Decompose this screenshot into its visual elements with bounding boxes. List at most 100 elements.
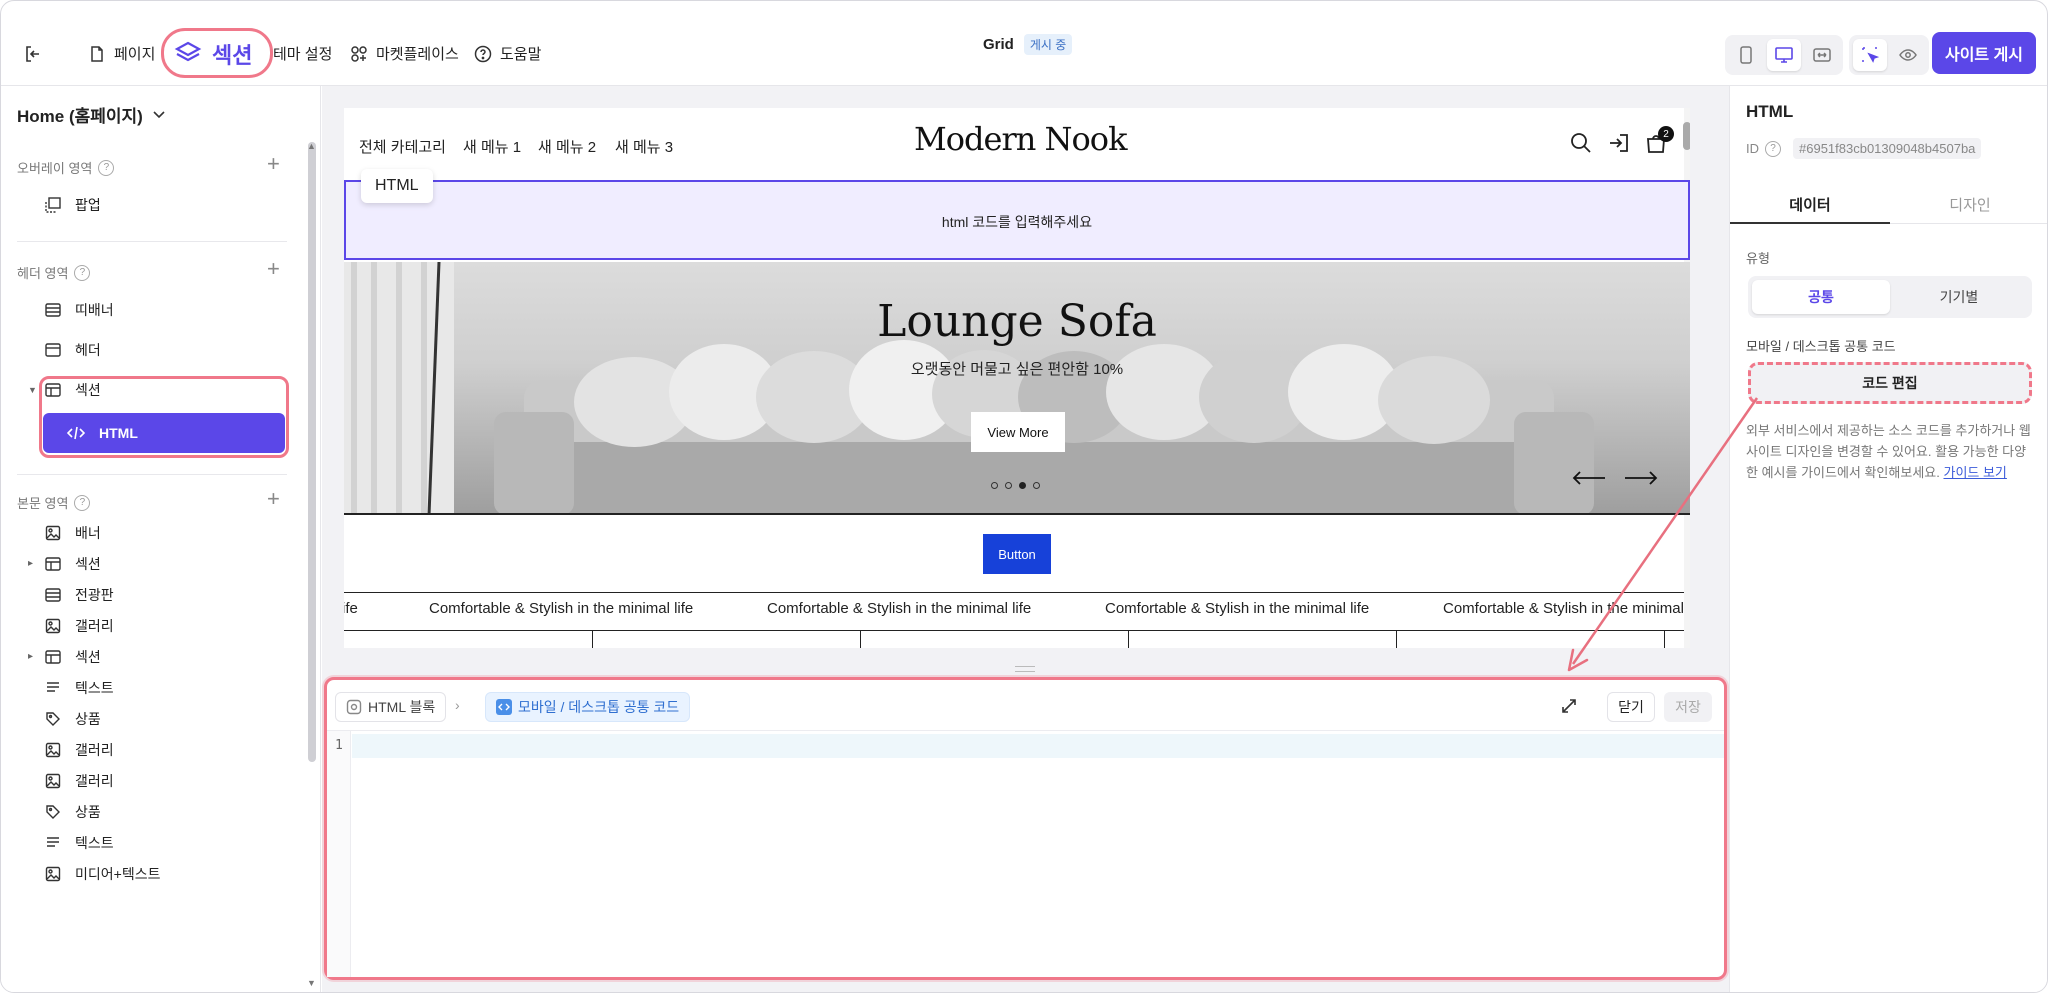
carousel-dot[interactable] <box>991 482 998 489</box>
tab-data[interactable]: 데이터 <box>1730 186 1890 224</box>
layer-item-popup[interactable]: 팝업 <box>45 185 285 225</box>
nav-link-all-categories[interactable]: 전체 카테고리 <box>359 136 446 157</box>
segment-per-device[interactable]: 기기별 <box>1890 280 2028 314</box>
tab-design[interactable]: 디자인 <box>1890 186 2047 224</box>
layer-item-html-selected[interactable]: HTML <box>43 413 285 453</box>
hero-title: Lounge Sofa <box>877 296 1157 347</box>
image-icon <box>45 773 61 789</box>
menu-theme-settings[interactable]: 테마 설정 <box>273 21 332 86</box>
cursor-select-icon <box>1861 46 1879 64</box>
nav-link-menu-1[interactable]: 새 메뉴 1 <box>463 136 521 157</box>
image-icon <box>45 742 61 758</box>
layer-item-section[interactable]: 섹션 <box>45 370 285 410</box>
tag-icon <box>45 804 61 820</box>
add-overlay-button[interactable]: + <box>267 151 280 177</box>
status-badge: 게시 중 <box>1023 34 1073 55</box>
text-icon <box>45 835 61 851</box>
exit-icon <box>23 44 43 64</box>
mobile-view-button[interactable] <box>1729 39 1763 71</box>
expand-icon[interactable] <box>1561 698 1577 714</box>
type-segmented-control: 공통 기기별 <box>1748 276 2032 318</box>
carousel-dot[interactable] <box>1005 482 1012 489</box>
menu-page[interactable]: 페이지 <box>88 21 155 86</box>
search-icon[interactable] <box>1570 132 1592 154</box>
scroll-down-icon[interactable]: ▼ <box>307 978 316 988</box>
top-bar: 페이지 섹션 테마 설정 마켓플레이스 도움말 Grid 게시 중 사이트 게시 <box>1 21 2047 86</box>
menu-section[interactable]: 섹션 <box>172 21 252 86</box>
divider <box>327 730 1724 731</box>
mobile-icon <box>1739 46 1753 64</box>
code-icon <box>496 699 512 715</box>
menu-marketplace[interactable]: 마켓플레이스 <box>350 21 459 86</box>
image-icon <box>45 618 61 634</box>
code-input-area[interactable] <box>352 734 1724 758</box>
marquee-strip: ife Comfortable & Stylish in the minimal… <box>344 593 1684 623</box>
image-icon <box>45 866 61 882</box>
hero-subtitle: 오랫동안 머물고 싶은 편안함 10% <box>910 361 1124 378</box>
menu-help[interactable]: 도움말 <box>474 21 541 86</box>
save-button[interactable]: 저장 <box>1664 692 1712 722</box>
collapse-caret-icon[interactable]: ▼ <box>28 385 37 395</box>
line-gutter <box>327 731 351 977</box>
layer-panel: Home (홈페이지) 오버레이 영역? + 팝업 헤더 영역? + 띠배너 헤… <box>1 86 321 992</box>
element-id: ID? #6951f83cb01309048b4507ba <box>1746 138 1982 159</box>
login-icon[interactable] <box>1608 132 1630 154</box>
site-title: Grid 게시 중 <box>983 34 1073 55</box>
layer-item-strip-banner[interactable]: 띠배너 <box>45 290 285 330</box>
layer-item-header[interactable]: 헤더 <box>45 330 285 370</box>
breadcrumb-common-code[interactable]: 모바일 / 데스크톱 공통 코드 <box>485 692 691 722</box>
layer-panel-scrollbar[interactable] <box>308 142 316 762</box>
panel-title: HTML <box>1746 102 1794 121</box>
carousel-dot-active[interactable] <box>1019 482 1026 489</box>
app-window: 페이지 섹션 테마 설정 마켓플레이스 도움말 Grid 게시 중 사이트 게시… <box>0 0 2048 993</box>
nav-link-menu-2[interactable]: 새 메뉴 2 <box>538 136 596 157</box>
section-icon <box>45 556 61 572</box>
select-mode-button[interactable] <box>1853 39 1887 71</box>
id-value[interactable]: #6951f83cb01309048b4507ba <box>1793 138 1982 159</box>
code-icon <box>67 426 85 440</box>
layer-item[interactable]: 미디어+텍스트 <box>45 854 285 894</box>
eye-icon <box>1899 46 1917 64</box>
desktop-icon <box>1774 46 1794 64</box>
section-icon <box>45 382 61 398</box>
hero-banner[interactable]: Lounge Sofa 오랫동안 머물고 싶은 편안함 10% View Mor… <box>344 262 1690 515</box>
header-icon <box>45 342 61 358</box>
close-button[interactable]: 닫기 <box>1607 692 1655 722</box>
nav-link-menu-3[interactable]: 새 메뉴 3 <box>615 136 673 157</box>
marquee-text: ife <box>344 600 358 617</box>
publish-site-button[interactable]: 사이트 게시 <box>1932 32 2036 74</box>
site-logo[interactable]: Modern Nook <box>914 120 1127 158</box>
page-selector[interactable]: Home (홈페이지) <box>17 102 165 127</box>
segment-common[interactable]: 공통 <box>1752 280 1890 314</box>
breadcrumb-separator-icon: › <box>455 697 460 713</box>
fullwidth-view-button[interactable] <box>1805 39 1839 71</box>
text-icon <box>45 680 61 696</box>
help-circle-icon <box>474 45 492 63</box>
cta-button[interactable]: Button <box>983 534 1051 574</box>
edit-code-button[interactable]: 코드 편집 <box>1748 362 2032 404</box>
carousel-dot[interactable] <box>1033 482 1040 489</box>
code-label: 모바일 / 데스크톱 공통 코드 <box>1746 339 1896 354</box>
tag-icon <box>45 711 61 727</box>
expand-caret-icon[interactable]: ▸ <box>28 558 33 569</box>
html-block-preview[interactable]: html 코드를 입력해주세요 <box>344 180 1690 260</box>
chevron-down-icon <box>153 110 165 119</box>
annotation-arrow <box>1567 397 1759 672</box>
marquee-icon <box>45 587 61 603</box>
page-icon <box>88 45 106 63</box>
resize-handle[interactable] <box>1015 666 1035 672</box>
add-body-button[interactable]: + <box>267 486 280 512</box>
gallery-divider <box>860 630 861 648</box>
exit-button[interactable] <box>23 21 43 86</box>
help-icon: ? <box>74 264 91 281</box>
preview-mode-button[interactable] <box>1891 39 1925 71</box>
desktop-view-button[interactable] <box>1767 39 1801 71</box>
preview-scrollbar[interactable] <box>1683 122 1690 150</box>
scroll-up-icon[interactable]: ▲ <box>307 141 316 151</box>
view-more-button[interactable]: View More <box>971 412 1065 452</box>
expand-caret-icon[interactable]: ▸ <box>28 651 33 662</box>
breadcrumb-html-block[interactable]: HTML 블록 <box>335 692 447 722</box>
add-header-button[interactable]: + <box>267 256 280 282</box>
guide-link[interactable]: 가이드 보기 <box>1943 465 2006 480</box>
mode-toggle <box>1849 35 1929 75</box>
